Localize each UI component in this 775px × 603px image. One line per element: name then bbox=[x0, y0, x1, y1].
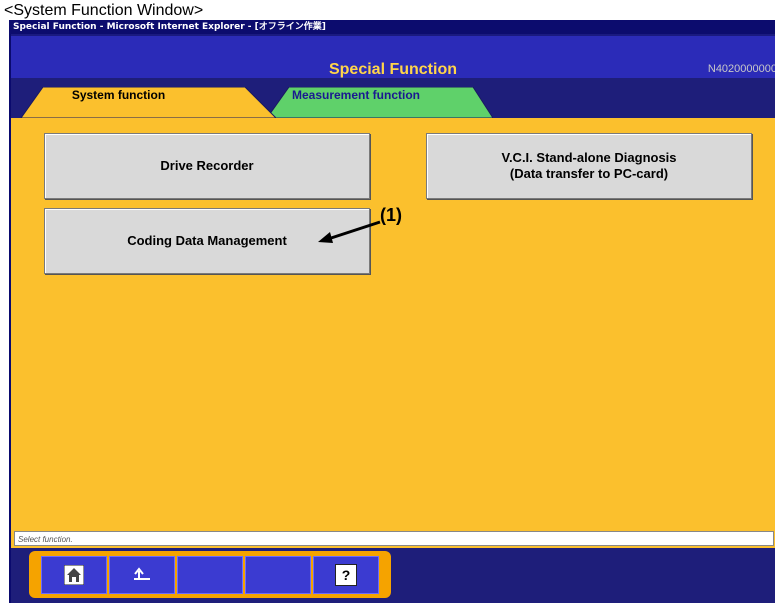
home-icon bbox=[64, 565, 84, 585]
help-icon: ? bbox=[335, 564, 357, 586]
footer-bar: ? bbox=[11, 548, 775, 603]
toolbar-empty-button[interactable] bbox=[177, 556, 243, 594]
home-button[interactable] bbox=[41, 556, 107, 594]
toolbar-empty-button[interactable] bbox=[245, 556, 311, 594]
help-button[interactable]: ? bbox=[313, 556, 379, 594]
annotation-label: (1) bbox=[380, 205, 402, 225]
toolbar: ? bbox=[29, 551, 391, 598]
annotation-arrow bbox=[318, 220, 381, 243]
back-icon bbox=[131, 565, 153, 585]
back-button[interactable] bbox=[109, 556, 175, 594]
status-bar: Select function. bbox=[14, 531, 774, 546]
